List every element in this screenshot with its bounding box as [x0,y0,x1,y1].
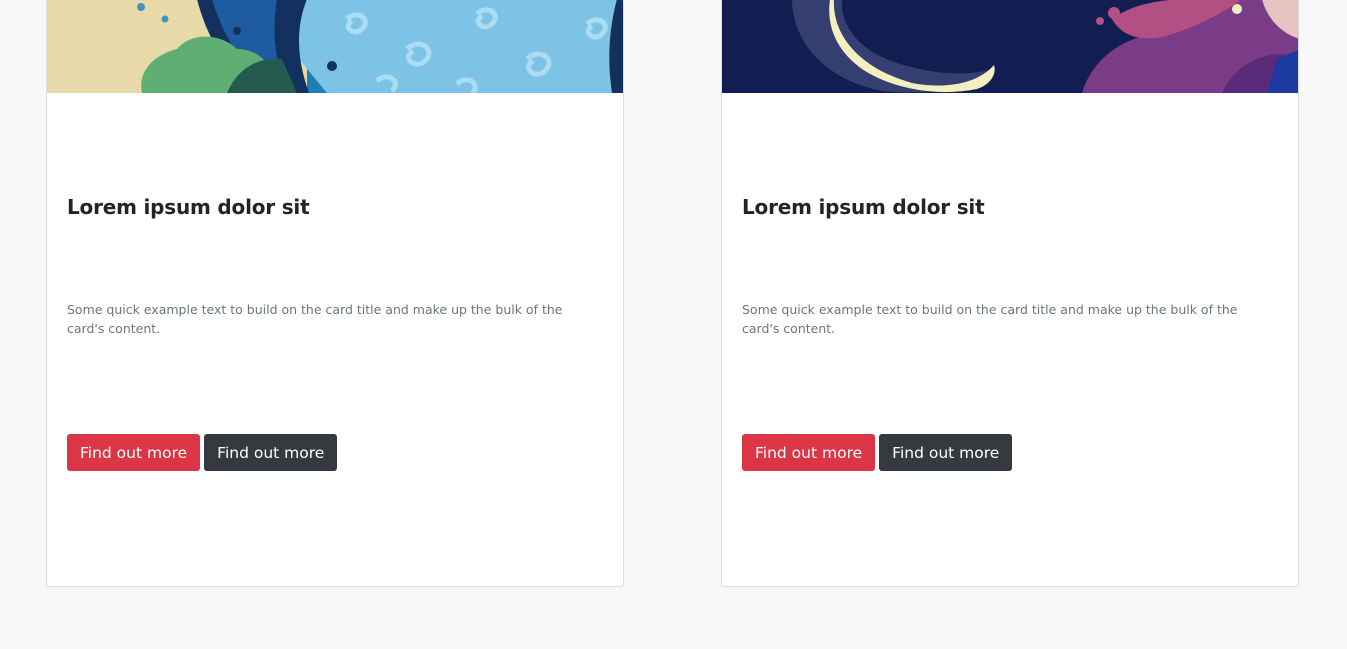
card-1-find-out-more-button-primary[interactable]: Find out more [67,434,201,471]
card-1-actions: Find out more Find out more [67,434,338,471]
card-1-find-out-more-button-secondary[interactable]: Find out more [204,434,338,471]
card-2-title: Lorem ipsum dolor sit [742,195,985,219]
card-2: Lorem ipsum dolor sit Some quick example… [721,0,1299,587]
card-2-find-out-more-button-primary[interactable]: Find out more [742,434,876,471]
card-1: Lorem ipsum dolor sit Some quick example… [46,0,624,587]
card-2-actions: Find out more Find out more [742,434,1013,471]
card-2-find-out-more-button-secondary[interactable]: Find out more [879,434,1013,471]
card-1-text: Some quick example text to build on the … [67,302,563,336]
card-1-title: Lorem ipsum dolor sit [67,195,310,219]
card-2-image [722,0,1298,93]
card-2-text: Some quick example text to build on the … [742,302,1238,336]
card-1-image [47,0,623,93]
